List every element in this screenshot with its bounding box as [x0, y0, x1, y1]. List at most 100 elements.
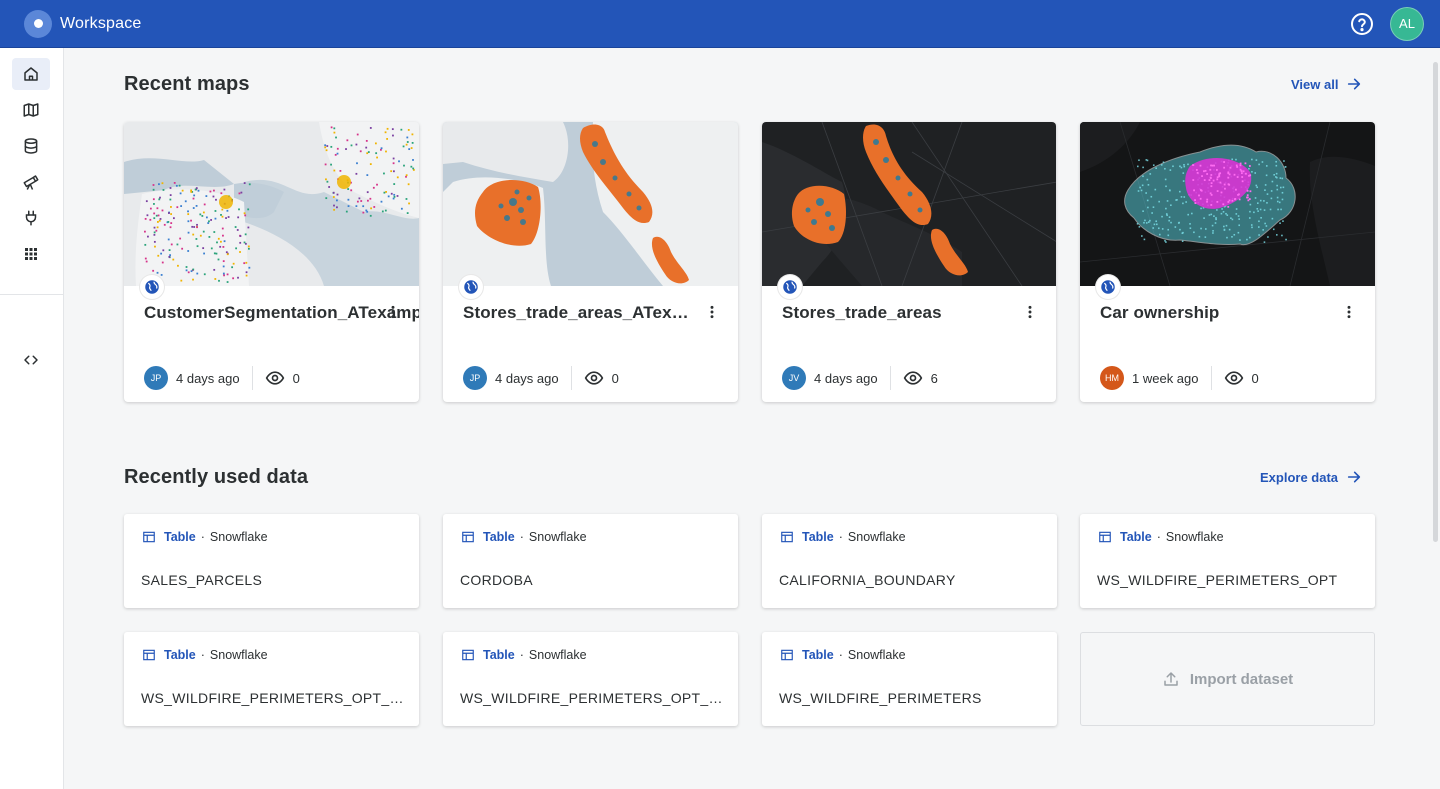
nav-home[interactable]: [12, 58, 50, 90]
dataset-card[interactable]: Table · Snowflake WS_WILDFIRE_PERIMETERS: [762, 632, 1057, 726]
map-point: [223, 240, 226, 243]
map-name[interactable]: Stores_trade_areas_ATexa...: [463, 301, 691, 325]
dataset-card[interactable]: Table · Snowflake SALES_PARCELS: [124, 514, 419, 608]
map-point: [410, 147, 413, 149]
table-icon: [781, 531, 793, 543]
map-point: [1204, 169, 1207, 172]
map-point: [214, 210, 217, 212]
dataset-card[interactable]: Table · Snowflake CALIFORNIA_BOUNDARY: [762, 514, 1057, 608]
map-card[interactable]: Car ownership HM 1 week ago 0: [1080, 122, 1375, 402]
map-point: [1196, 171, 1199, 174]
map-point: [386, 138, 389, 140]
map-point: [169, 194, 172, 197]
map-point: [358, 197, 361, 200]
map-point: [1185, 201, 1187, 203]
dataset-source: Snowflake: [209, 648, 268, 662]
map-point: [400, 128, 403, 131]
nav-apps[interactable]: [12, 238, 50, 270]
card-meta: JV 4 days ago 6: [782, 366, 938, 390]
app-logo[interactable]: [24, 9, 52, 38]
map-point: [1271, 180, 1274, 183]
map-point: [1249, 236, 1251, 239]
map-point: [214, 217, 217, 220]
map-point: [336, 206, 338, 209]
map-point: [1220, 191, 1223, 194]
map-point: [203, 273, 206, 276]
more-vert-icon: [1028, 305, 1032, 319]
map-point: [1158, 200, 1160, 203]
map-thumbnail-image: [1080, 122, 1375, 286]
map-point: [370, 207, 373, 210]
view-count: 0: [292, 370, 300, 386]
map-point: [217, 258, 220, 261]
map-name[interactable]: CustomerSegmentation_ATexample: [144, 301, 419, 325]
map-point: [153, 240, 156, 243]
view-all-link[interactable]: View all: [1291, 76, 1362, 92]
dataset-card[interactable]: Table · Snowflake WS_WILDFIRE_PERIMETERS_OP…: [1080, 514, 1375, 608]
import-dataset-button[interactable]: Import dataset: [1080, 632, 1375, 726]
map-point: [199, 213, 202, 216]
dataset-card[interactable]: Table · Snowflake WS_WILDFIRE_PERIMETERS_OP…: [124, 632, 419, 726]
separator-dot: ·: [519, 530, 524, 544]
map-point: [1142, 166, 1144, 169]
map-point: [1223, 161, 1226, 163]
map-point: [398, 160, 400, 163]
map-point: [1192, 164, 1194, 166]
map-point: [169, 254, 172, 257]
map-card[interactable]: Stores_trade_areas_ATexa... JP 4 days ag…: [443, 122, 738, 402]
nav-explore[interactable]: [12, 166, 50, 198]
map-point: [160, 252, 163, 255]
nav-developers[interactable]: [12, 344, 50, 376]
map-point: [162, 249, 165, 252]
recent-data-title: Recently used data: [124, 466, 309, 488]
map-point: [405, 198, 408, 200]
map-point: [1210, 204, 1213, 206]
map-point: [1167, 234, 1170, 237]
map-point: [1195, 169, 1198, 171]
map-point: [324, 163, 327, 166]
user-avatar[interactable]: AL: [1390, 6, 1424, 41]
explore-data-link[interactable]: Explore data: [1260, 469, 1362, 485]
nav-connections[interactable]: [12, 202, 50, 234]
map-point: [146, 214, 149, 217]
map-point: [1203, 217, 1205, 219]
map-point: [187, 210, 189, 213]
card-menu-button[interactable]: [383, 302, 403, 322]
map-point: [374, 142, 377, 145]
map-card[interactable]: Stores_trade_areas JV 4 days ago 6: [762, 122, 1056, 402]
dataset-card[interactable]: Table · Snowflake WS_WILDFIRE_PERIMETERS_OP…: [443, 632, 738, 726]
nav-maps[interactable]: [12, 94, 50, 126]
map-point: [213, 189, 215, 192]
dataset-source: Snowflake: [1165, 530, 1224, 544]
map-point: [159, 218, 162, 220]
map-name[interactable]: Stores_trade_areas: [782, 301, 1010, 325]
card-menu-button[interactable]: [1020, 302, 1040, 322]
dataset-card[interactable]: Table · Snowflake CORDOBA: [443, 514, 738, 608]
help-icon[interactable]: [1350, 12, 1374, 36]
map-point: [1187, 163, 1189, 166]
card-menu-button[interactable]: [702, 302, 722, 322]
map-point: [1262, 229, 1264, 231]
map-point: [328, 186, 331, 188]
map-point: [1215, 169, 1218, 171]
map-point: [212, 195, 215, 198]
map-point: [333, 204, 335, 207]
map-point: [369, 214, 372, 217]
map-point: [214, 278, 217, 280]
map-point: [220, 240, 222, 243]
map-point: [1166, 214, 1168, 217]
map-point: [172, 217, 175, 220]
map-card[interactable]: CustomerSegmentation_ATexample JP 4 days…: [124, 122, 419, 402]
map-point: [1181, 240, 1184, 243]
card-menu-button[interactable]: [1339, 302, 1359, 322]
map-point: [179, 237, 182, 240]
map-point: [168, 255, 171, 258]
map-name[interactable]: Car ownership: [1100, 301, 1328, 325]
map-point: [234, 226, 237, 228]
map-point: [209, 190, 212, 193]
map-point: [207, 222, 210, 224]
page-scrollbar[interactable]: [1433, 62, 1438, 542]
map-point: [1246, 238, 1248, 241]
nav-data[interactable]: [12, 130, 50, 162]
map-point: [161, 209, 164, 212]
